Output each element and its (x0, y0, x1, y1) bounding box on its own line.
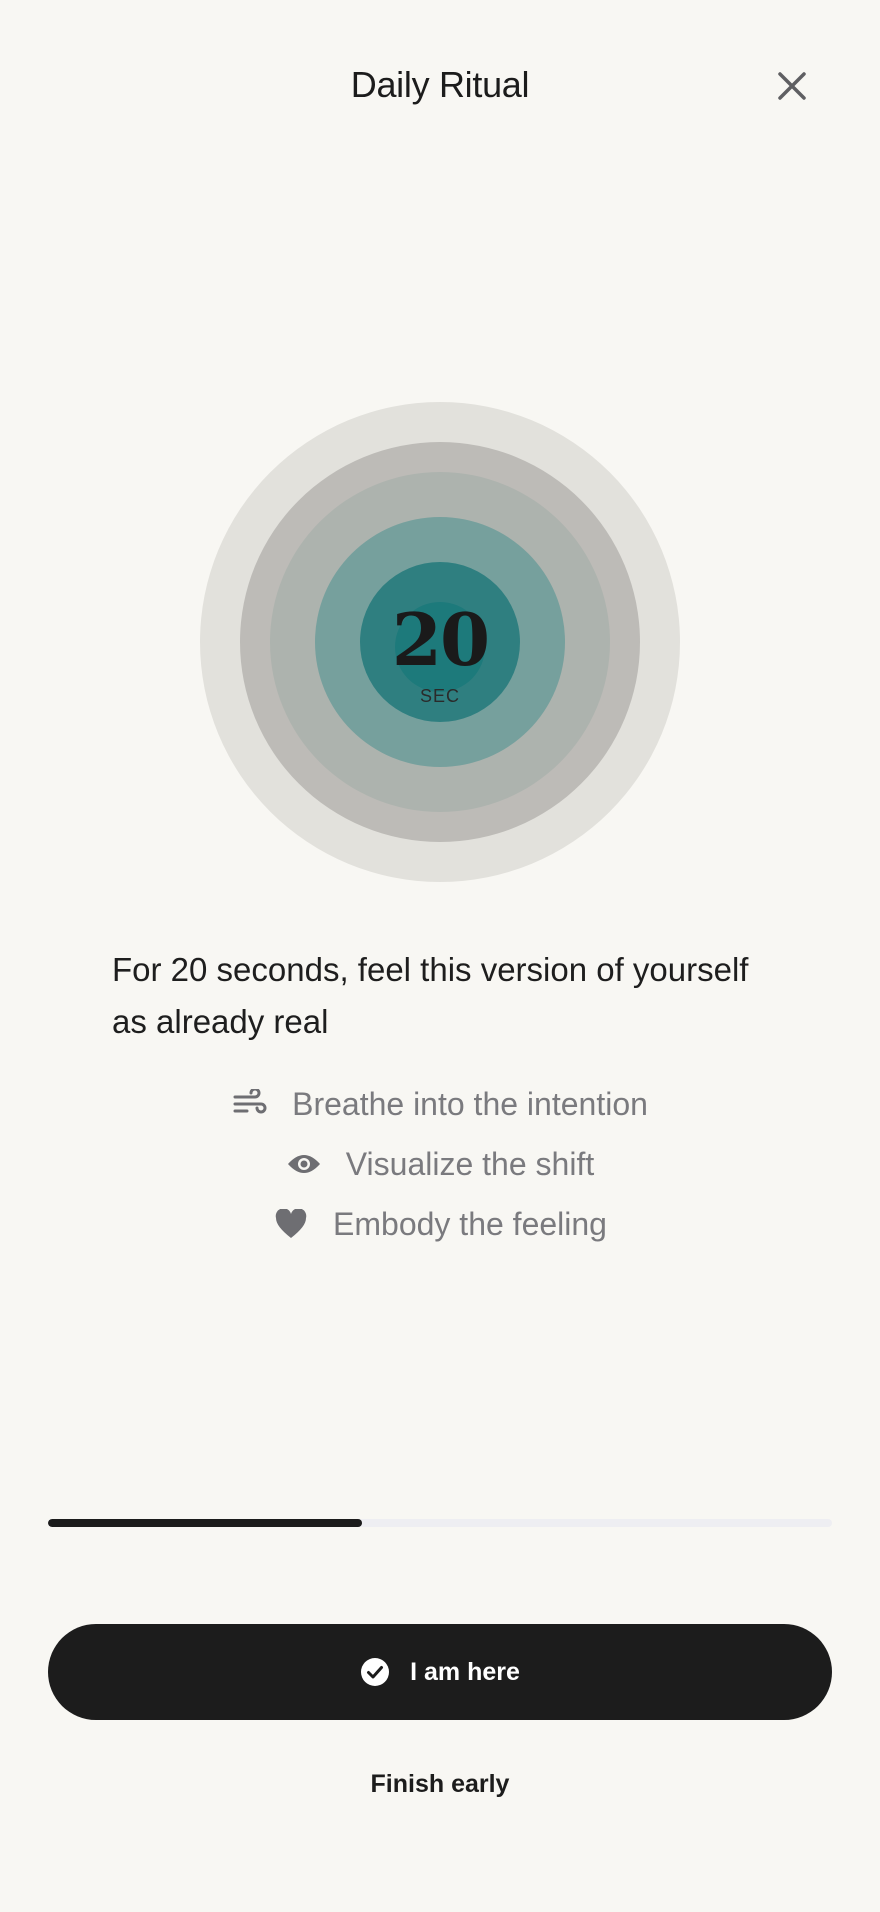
timer-unit: SEC (419, 686, 460, 706)
close-icon (778, 72, 806, 100)
heart-icon (273, 1206, 309, 1242)
ritual-prompt: For 20 seconds, feel this version of you… (112, 951, 749, 1040)
check-circle-icon (361, 1658, 390, 1686)
step-label: Visualize the shift (345, 1145, 595, 1182)
step-item-breathe: Breathe into the intention (0, 1074, 880, 1134)
wind-icon (232, 1086, 268, 1122)
eye-icon (286, 1146, 322, 1182)
step-item-embody: Embody the feeling (0, 1194, 880, 1254)
step-item-visualize: Visualize the shift (0, 1134, 880, 1194)
countdown-timer: 20 SEC (200, 402, 680, 882)
i-am-here-button[interactable]: I am here (48, 1624, 832, 1720)
step-label: Breathe into the intention (292, 1085, 648, 1122)
close-button[interactable] (768, 62, 816, 110)
page-title: Daily Ritual (350, 64, 530, 105)
progress-bar (48, 1519, 832, 1527)
finish-early-button[interactable]: Finish early (340, 1762, 540, 1806)
progress-fill (48, 1519, 362, 1527)
step-label: Embody the feeling (333, 1205, 607, 1242)
step-list: Breathe into the intention Visualize the… (0, 1074, 880, 1254)
header: Daily Ritual (0, 0, 880, 176)
i-am-here-label: I am here (410, 1657, 520, 1686)
timer-value: 20 (391, 597, 490, 682)
